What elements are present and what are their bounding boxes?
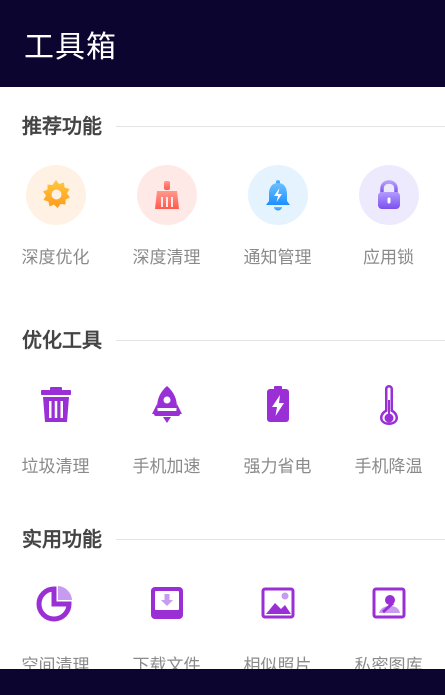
recommended-grid: 深度优化 深度清理 通知管理 应用锁 xyxy=(0,165,445,275)
tool-phone-speedup[interactable]: 手机加速 xyxy=(111,374,222,484)
icon-container xyxy=(26,374,86,434)
tool-label: 手机加速 xyxy=(132,457,201,477)
tool-app-lock[interactable]: 应用锁 xyxy=(333,165,444,275)
optimize-grid: 垃圾清理 手机加速 强力省电 手机降温 xyxy=(0,374,445,484)
tool-private-gallery[interactable]: 私密图库 xyxy=(333,573,444,683)
icon-container xyxy=(359,573,419,633)
pie-chart-icon xyxy=(36,586,72,622)
tool-similar-photos[interactable]: 相似照片 xyxy=(222,573,333,683)
icon-container xyxy=(247,165,308,225)
tool-notification-manage[interactable]: 通知管理 xyxy=(222,165,333,275)
bottom-bar xyxy=(0,669,445,695)
private-gallery-icon xyxy=(372,587,405,619)
tool-power-saving[interactable]: 强力省电 xyxy=(222,374,333,484)
icon-container xyxy=(248,573,308,633)
icon-container xyxy=(26,573,86,633)
tool-label: 通知管理 xyxy=(243,248,312,268)
section-title: 实用功能 xyxy=(22,527,102,551)
section-divider xyxy=(116,539,445,540)
tool-downloaded-files[interactable]: 下载文件 xyxy=(111,573,222,683)
thermometer-icon xyxy=(379,385,398,425)
broom-icon xyxy=(154,181,179,209)
icon-container xyxy=(25,165,86,225)
battery-icon xyxy=(266,386,289,422)
utility-grid: 空间清理 下载文件 相似照片 私密图库 xyxy=(0,573,445,683)
tool-label: 手机降温 xyxy=(354,457,423,477)
tool-label: 深度清理 xyxy=(132,248,201,268)
section-divider xyxy=(116,126,445,127)
section-divider xyxy=(116,340,445,341)
tool-junk-clean[interactable]: 垃圾清理 xyxy=(0,374,111,484)
page-title: 工具箱 xyxy=(24,30,117,65)
icon-container xyxy=(359,374,419,434)
rocket-icon xyxy=(151,386,182,423)
tool-deep-optimize[interactable]: 深度优化 xyxy=(0,165,111,275)
icon-container xyxy=(136,165,197,225)
trash-icon xyxy=(40,387,71,422)
section-header-recommended: 推荐功能 xyxy=(0,111,445,141)
tool-label: 深度优化 xyxy=(21,248,90,268)
section-header-optimize: 优化工具 xyxy=(0,325,445,355)
icon-container xyxy=(137,573,197,633)
gear-icon xyxy=(42,180,70,208)
lock-icon xyxy=(377,180,400,209)
download-icon xyxy=(150,587,183,619)
section-title: 推荐功能 xyxy=(22,114,102,138)
tool-label: 垃圾清理 xyxy=(21,457,90,477)
tool-phone-cooling[interactable]: 手机降温 xyxy=(333,374,444,484)
section-title: 优化工具 xyxy=(22,328,102,352)
icon-container xyxy=(248,374,308,434)
section-header-utility: 实用功能 xyxy=(0,524,445,554)
tool-label: 强力省电 xyxy=(243,457,312,477)
tool-space-clean[interactable]: 空间清理 xyxy=(0,573,111,683)
tool-label: 应用锁 xyxy=(363,248,414,268)
app-header: 工具箱 xyxy=(0,0,445,87)
tool-deep-clean[interactable]: 深度清理 xyxy=(111,165,222,275)
image-icon xyxy=(261,587,294,619)
bell-icon xyxy=(265,180,290,211)
icon-container xyxy=(358,165,419,225)
icon-container xyxy=(137,374,197,434)
